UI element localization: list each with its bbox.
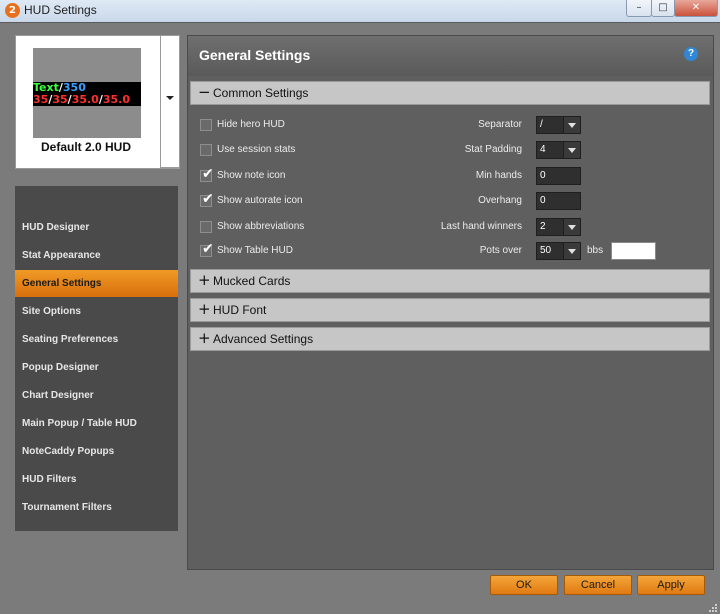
option-label: Show Table HUD (217, 245, 293, 256)
ok-button[interactable]: OK (490, 575, 558, 595)
section-common-settings[interactable]: − Common Settings (190, 81, 710, 105)
checkbox[interactable] (200, 221, 212, 233)
title-bar: 2 HUD Settings – □ ✕ (0, 0, 720, 22)
nav-item-notecaddy-popups[interactable]: NoteCaddy Popups (15, 438, 178, 465)
checkbox[interactable] (200, 119, 212, 131)
nav-item-popup-designer[interactable]: Popup Designer (15, 354, 178, 381)
minimize-button[interactable]: – (626, 0, 652, 17)
chevron-down-icon (166, 96, 174, 100)
nav-item-main-popup-table-hud[interactable]: Main Popup / Table HUD (15, 410, 178, 437)
min-hands-label: Min hands (475, 170, 522, 181)
nav-item-hud-designer[interactable]: HUD Designer (15, 214, 178, 241)
separator-select[interactable]: / (536, 116, 581, 134)
hud-preview-image: Text/350 35/35/35.0/35.0 (33, 48, 141, 138)
checkbox[interactable]: ✔ (200, 191, 214, 207)
min-hands-value: 0 (540, 170, 546, 181)
nav-item-tournament-filters[interactable]: Tournament Filters (15, 494, 178, 521)
option-label: Show note icon (217, 170, 286, 181)
overhang-label: Overhang (478, 195, 522, 206)
option-label: Show autorate icon (217, 195, 303, 206)
maximize-button[interactable]: □ (651, 0, 675, 17)
panel-header: General Settings ? (188, 36, 713, 76)
chevron-down-icon (563, 243, 580, 259)
stat-padding-value: 4 (540, 144, 546, 155)
overhang-input[interactable]: 0 (536, 192, 581, 210)
section-label: Common Settings (213, 86, 309, 100)
section-advanced-settings[interactable]: + Advanced Settings (190, 327, 710, 351)
expand-icon: + (198, 300, 211, 318)
hud-select-dropdown[interactable] (160, 35, 180, 168)
preview-stat-text: Text (33, 82, 59, 94)
check-icon: ✔ (202, 166, 214, 182)
overhang-value: 0 (540, 195, 546, 206)
checkbox[interactable]: ✔ (200, 241, 214, 257)
section-mucked-cards[interactable]: + Mucked Cards (190, 269, 710, 293)
stat-padding-label: Stat Padding (464, 144, 522, 155)
help-icon[interactable]: ? (684, 47, 698, 61)
nav-item-site-options[interactable]: Site Options (15, 298, 178, 325)
resize-grip-icon[interactable] (706, 601, 718, 613)
cancel-button[interactable]: Cancel (564, 575, 632, 595)
general-settings-panel: General Settings ? − Common Settings Hid… (187, 35, 714, 570)
settings-nav: HUD Designer Stat Appearance General Setti… (15, 186, 178, 531)
pots-over-label: Pots over (479, 245, 522, 256)
preview-stat-text: 35 (33, 94, 49, 106)
preview-stat-row-2: 35/35/35.0/35.0 (33, 94, 141, 106)
nav-item-general-settings[interactable]: General Settings (15, 270, 178, 297)
option-label: Show abbreviations (217, 221, 305, 232)
min-hands-input[interactable]: 0 (536, 167, 581, 185)
pots-over-value: 50 (540, 245, 552, 256)
preview-stat-text: 35 (52, 94, 68, 106)
separator-value: / (540, 119, 543, 130)
expand-icon: + (198, 271, 211, 289)
checkbox[interactable]: ✔ (200, 166, 214, 182)
separator-label: Separator (478, 119, 522, 130)
preview-stat-row-1: Text/350 (33, 82, 141, 94)
hud-name-label: Default 2.0 HUD (40, 140, 132, 154)
check-icon: ✔ (202, 191, 214, 207)
hud-settings-window: 2 HUD Settings – □ ✕ Text/350 35/35/35.0… (0, 0, 720, 614)
apply-button[interactable]: Apply (637, 575, 705, 595)
nav-item-seating-preferences[interactable]: Seating Preferences (15, 326, 178, 353)
last-hand-winners-select[interactable]: 2 (536, 218, 581, 236)
collapse-icon: − (198, 83, 211, 101)
check-icon: ✔ (202, 241, 214, 257)
nav-item-stat-appearance[interactable]: Stat Appearance (15, 242, 178, 269)
pots-over-select[interactable]: 50 (536, 242, 581, 260)
section-label: HUD Font (213, 303, 267, 317)
last-hand-winners-label: Last hand winners (440, 221, 522, 232)
preview-stat-text: 35.0 (71, 94, 99, 106)
section-label: Mucked Cards (213, 274, 291, 288)
section-hud-font[interactable]: + HUD Font (190, 298, 710, 322)
stat-padding-select[interactable]: 4 (536, 141, 581, 159)
panel-title: General Settings (199, 47, 311, 63)
preview-stat-text: 350 (62, 82, 86, 94)
close-button[interactable]: ✕ (674, 0, 718, 17)
hud-preview[interactable]: Text/350 35/35/35.0/35.0 Default 2.0 HUD (15, 35, 180, 169)
checkbox[interactable] (200, 144, 212, 156)
window-title: HUD Settings (24, 3, 97, 17)
chevron-down-icon (563, 117, 580, 133)
expand-icon: + (198, 329, 211, 347)
nav-item-chart-designer[interactable]: Chart Designer (15, 382, 178, 409)
pots-over-extra-input[interactable] (611, 242, 656, 260)
dialog-body: Text/350 35/35/35.0/35.0 Default 2.0 HUD… (0, 22, 720, 614)
section-label: Advanced Settings (213, 332, 314, 346)
option-label: Hide hero HUD (217, 119, 285, 130)
nav-item-hud-filters[interactable]: HUD Filters (15, 466, 178, 493)
option-label: Use session stats (217, 144, 296, 155)
pots-over-unit: bbs (587, 245, 604, 256)
preview-stat-text: 35.0 (102, 94, 130, 106)
chevron-down-icon (563, 142, 580, 158)
chevron-down-icon (563, 219, 580, 235)
last-hand-winners-value: 2 (540, 221, 546, 232)
app-logo-icon: 2 (5, 3, 20, 18)
